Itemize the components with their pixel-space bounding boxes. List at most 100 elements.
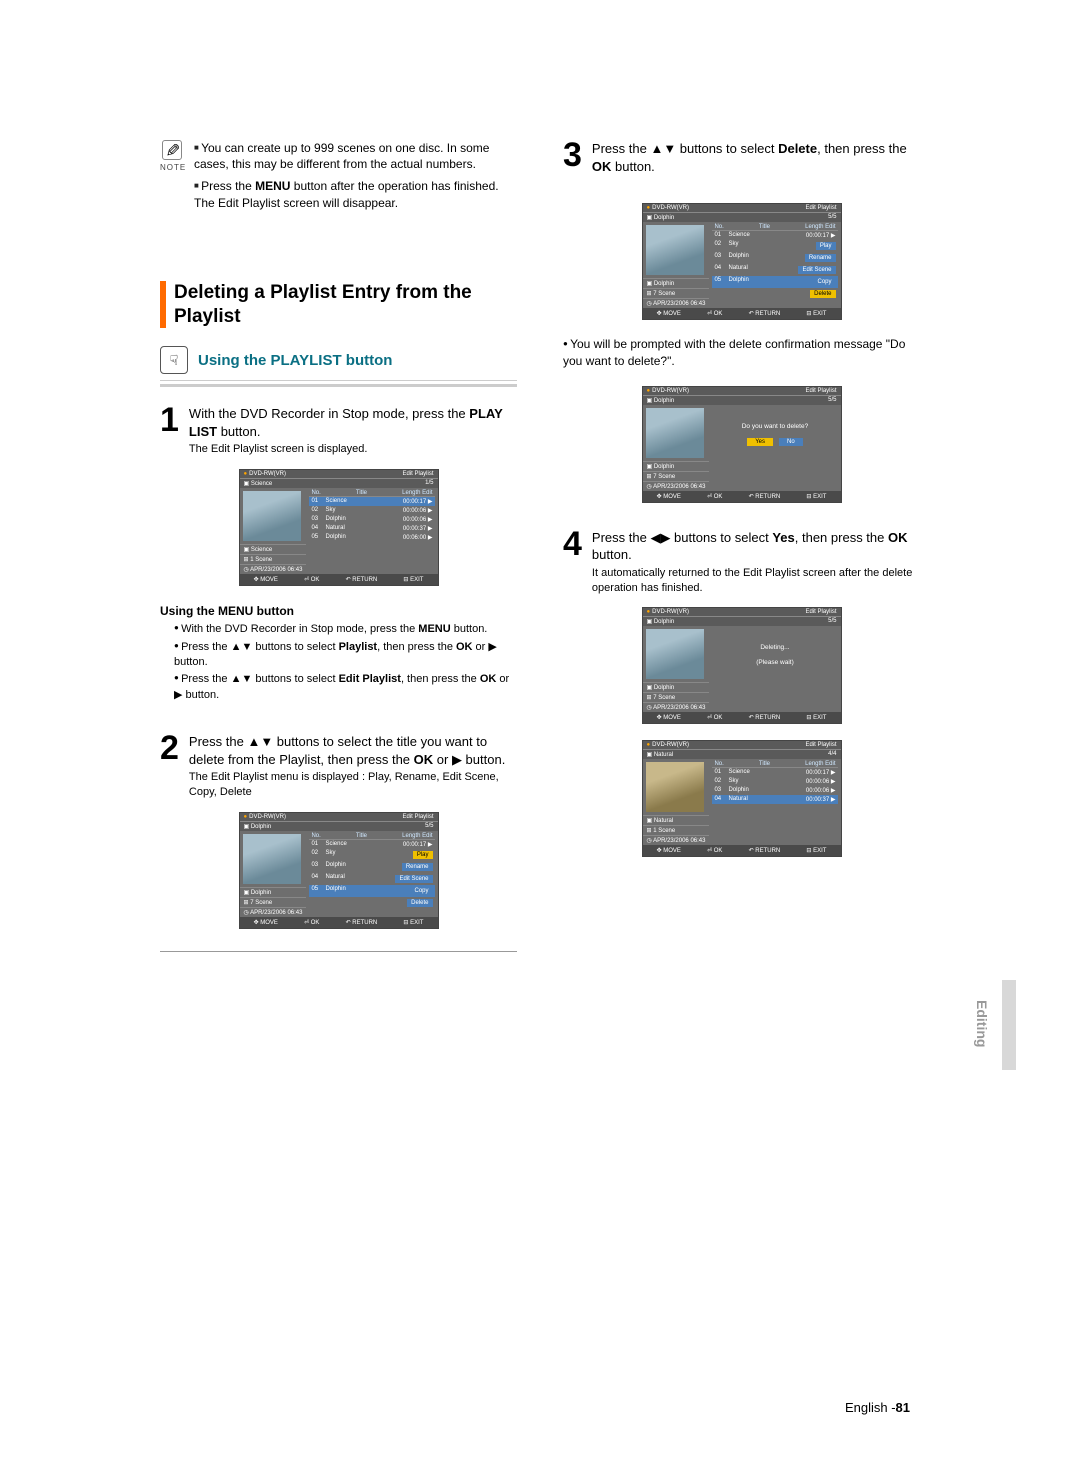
ss-thumbnail [646, 629, 704, 679]
screenshot-edit-playlist-list: ●DVD-RW(VR)Edit Playlist ▣ Science1/5 ▣ … [239, 469, 439, 586]
li-text: , then press the [401, 673, 480, 685]
ss-cell: Natural [728, 796, 795, 803]
ss-col: Title [759, 224, 770, 230]
ss-cell: 00:00:37 ▶ [397, 525, 433, 532]
ss-cell: Sky [728, 241, 811, 251]
ss-name: Dolphin [654, 215, 674, 221]
ss-sub-scene: 1 Scene [653, 828, 675, 834]
step-text: button. [217, 424, 260, 439]
screenshot-delete-selected: ●DVD-RW(VR)Edit Playlist ▣ Dolphin5/5 ▣ … [642, 203, 842, 320]
page-columns: ✎ NOTE You can create up to 999 scenes o… [160, 140, 920, 974]
footer-lang: English - [845, 1400, 896, 1415]
ss-title: Edit Playlist [805, 609, 836, 615]
screenshot-after-delete: ●DVD-RW(VR)Edit Playlist ▣ Natural4/4 ▣ … [642, 740, 842, 857]
li-text: , then press the [377, 641, 456, 653]
ss-count: 5/5 [425, 823, 433, 830]
ss-title: Edit Playlist [805, 205, 836, 211]
ss-thumbnail [243, 834, 301, 884]
ss-nav: MOVE [663, 494, 681, 500]
ss-col: Title [356, 490, 367, 496]
ss-cell: Dolphin [728, 787, 795, 794]
ss-title: Edit Playlist [402, 814, 433, 820]
ss-cell: 00:00:17 ▶ [397, 841, 433, 848]
ss-title: Edit Playlist [805, 742, 836, 748]
screenshot-confirm-delete: ●DVD-RW(VR)Edit Playlist ▣ Dolphin5/5 ▣ … [642, 386, 842, 503]
ss-cell: Sky [325, 507, 392, 514]
ss-cell: 03 [714, 787, 724, 794]
ss-name: Dolphin [654, 398, 674, 404]
ss-sub-date: APR/23/2006 06:43 [250, 567, 302, 573]
hand-press-icon: ☟ [160, 346, 188, 374]
menu-instructions: With the DVD Recorder in Stop mode, pres… [160, 622, 517, 703]
step-subtext: The Edit Playlist screen is displayed. [189, 442, 517, 457]
ss-col: Length Edit [805, 761, 835, 767]
section-heading: Deleting a Playlist Entry from the Playl… [160, 281, 517, 329]
step-body: With the DVD Recorder in Stop mode, pres… [189, 405, 517, 457]
ss-disc: DVD-RW(VR) [652, 388, 689, 394]
ss-cell: Sky [728, 778, 795, 785]
ss-nav: OK [714, 848, 723, 854]
step-bold: OK [592, 159, 612, 174]
ss-sub-title: Dolphin [654, 281, 674, 287]
li-text: With the DVD Recorder in Stop mode, pres… [181, 623, 418, 635]
divider [160, 380, 517, 381]
ss-cell: Dolphin [728, 253, 800, 263]
step-text: , then press the [795, 530, 888, 545]
step-2: 2 Press the ▲▼ buttons to select the tit… [160, 733, 517, 800]
screenshot-deleting: ●DVD-RW(VR)Edit Playlist ▣ Dolphin5/5 ▣ … [642, 607, 842, 724]
step-text: With the DVD Recorder in Stop mode, pres… [189, 406, 469, 421]
ss-menu-item: Delete [810, 290, 835, 298]
ss-cell: Dolphin [325, 534, 392, 541]
ss-cell: Dolphin [325, 516, 392, 523]
ss-nav: RETURN [755, 494, 780, 500]
ss-nav: OK [311, 577, 320, 583]
ss-name: Dolphin [654, 619, 674, 625]
ss-col: No. [311, 833, 320, 839]
ss-cell: Natural [325, 874, 391, 884]
step-number: 4 [563, 529, 582, 560]
ss-cell: 03 [311, 862, 321, 872]
ss-menu-item: Edit Scene [395, 875, 432, 883]
footer-page: 81 [896, 1400, 910, 1415]
ss-cell: 01 [714, 769, 724, 776]
ss-cell: 01 [311, 498, 321, 505]
right-column: 3 Press the ▲▼ buttons to select Delete,… [563, 140, 920, 974]
screenshot-playlist-menu: ●DVD-RW(VR)Edit Playlist ▣ Dolphin5/5 ▣ … [239, 812, 439, 929]
ss-sub-title: Dolphin [654, 464, 674, 470]
ss-cell: 04 [714, 796, 724, 803]
ss-cell: Natural [728, 265, 794, 275]
ss-nav: EXIT [813, 494, 826, 500]
ss-cell: 00:00:17 ▶ [800, 769, 836, 776]
ss-col: Length Edit [402, 490, 432, 496]
ss-nav: RETURN [755, 715, 780, 721]
ss-cell: Dolphin [325, 886, 406, 896]
step-body: Press the ▲▼ buttons to select Delete, t… [592, 140, 920, 175]
li-bold: OK [480, 673, 497, 685]
ss-nav: EXIT [813, 311, 826, 317]
ss-thumbnail [646, 762, 704, 812]
ss-cell: 01 [311, 841, 321, 848]
ss-cell: Science [728, 232, 795, 239]
ss-sub-date: APR/23/2006 06:43 [250, 910, 302, 916]
menu-subheading: Using the MENU button [160, 604, 517, 618]
ss-nav: OK [714, 494, 723, 500]
ss-col: Title [356, 833, 367, 839]
ss-cell: 05 [311, 886, 321, 896]
ss-nav: EXIT [813, 848, 826, 854]
ss-cell: 02 [311, 507, 321, 514]
step-body: Press the ▲▼ buttons to select the title… [189, 733, 517, 800]
ss-cell: 00:00:06 ▶ [800, 787, 836, 794]
step-1: 1 With the DVD Recorder in Stop mode, pr… [160, 405, 517, 457]
ss-cell: 01 [714, 232, 724, 239]
ss-cell: Dolphin [325, 862, 397, 872]
step-text: Press the ▲▼ buttons to select [592, 141, 778, 156]
ss-col: No. [714, 761, 723, 767]
ss-menu-item: Copy [410, 887, 432, 895]
step-text: button. [611, 159, 654, 174]
playlist-button-title: Using the PLAYLIST button [198, 352, 392, 369]
ss-cell: Science [325, 498, 392, 505]
note-label: NOTE [160, 163, 184, 172]
divider [160, 384, 517, 387]
ss-cell: 03 [714, 253, 724, 263]
step-number: 3 [563, 140, 582, 171]
